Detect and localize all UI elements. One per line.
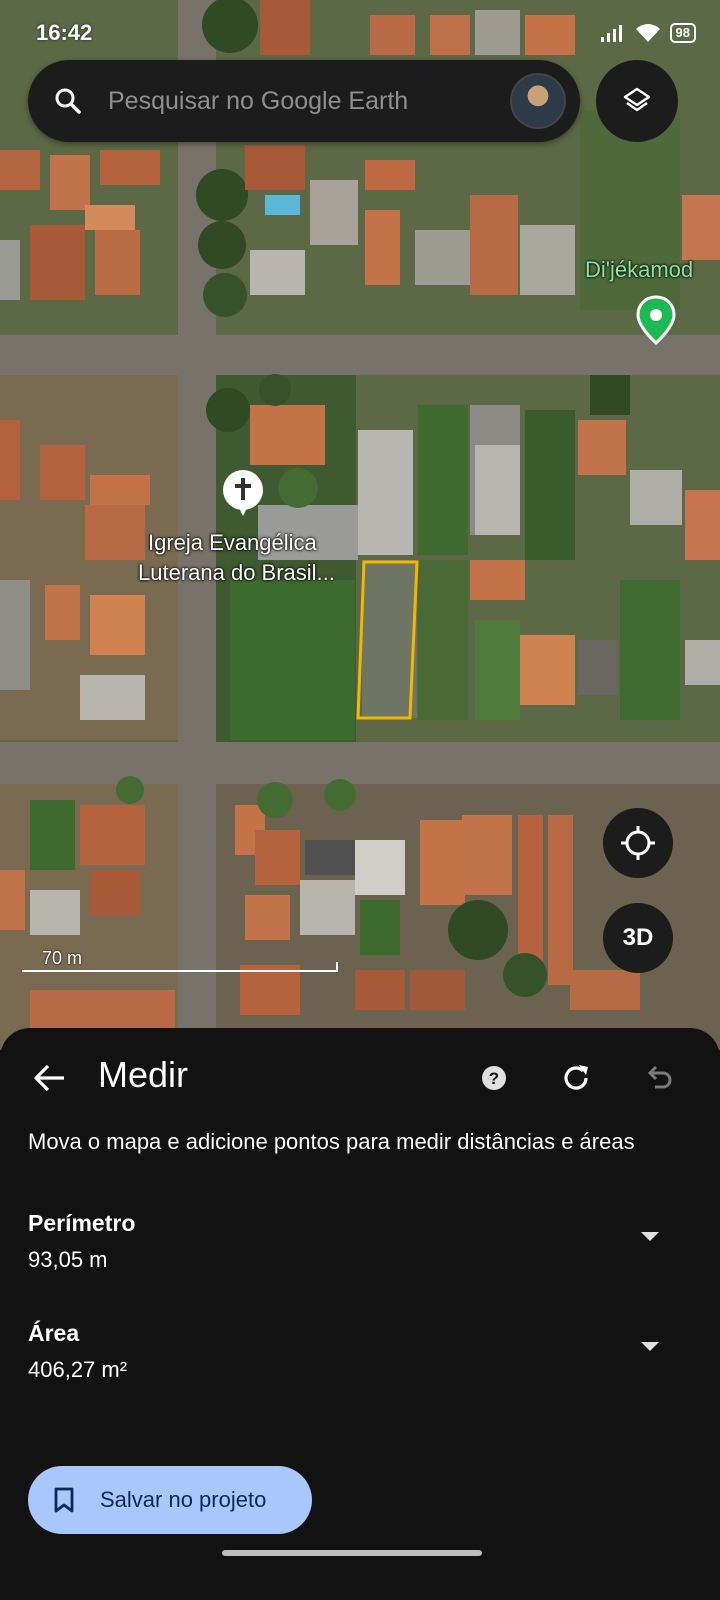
search-placeholder[interactable]: Pesquisar no Google Earth: [108, 87, 510, 116]
area-value: 406,27 m²: [28, 1357, 128, 1382]
measure-sheet: Medir ? Mova o mapa e adicione pontos pa…: [0, 1028, 720, 1600]
wifi-icon: [635, 24, 660, 42]
place-label[interactable]: Di'jékamod: [585, 257, 693, 283]
church-label-line2[interactable]: Luterana do Brasil...: [138, 560, 335, 586]
chevron-down-icon[interactable]: [638, 1338, 662, 1354]
measure-title: Medir: [98, 1054, 189, 1095]
scale-bar: 70 m: [22, 948, 338, 972]
reset-icon: [564, 1065, 588, 1090]
three-d-button[interactable]: 3D: [603, 903, 673, 973]
layers-icon: [623, 87, 651, 112]
perimeter-label: Perímetro: [28, 1210, 136, 1236]
back-arrow-icon: [34, 1064, 64, 1092]
save-to-project-button[interactable]: Salvar no projeto: [28, 1466, 312, 1534]
perimeter-row[interactable]: Perímetro 93,05 m: [28, 1210, 692, 1280]
my-location-icon: [621, 826, 655, 860]
church-label-line1[interactable]: Igreja Evangélica: [148, 530, 317, 556]
status-icons: 98: [600, 22, 696, 44]
scale-line: [22, 970, 338, 972]
layers-button[interactable]: [596, 60, 678, 142]
area-label: Área: [28, 1320, 80, 1346]
measure-polygon: [356, 560, 419, 720]
measure-header: Medir ?: [0, 1028, 720, 1120]
home-indicator[interactable]: [222, 1550, 482, 1556]
bookmark-icon: [28, 1487, 100, 1513]
signal-icon: [600, 25, 622, 42]
svg-text:?: ?: [489, 1069, 499, 1088]
save-label: Salvar no projeto: [100, 1487, 267, 1512]
help-button[interactable]: ?: [474, 1058, 514, 1098]
status-bar: 16:42 98: [36, 18, 696, 48]
undo-button[interactable]: [638, 1058, 678, 1098]
satellite-map[interactable]: 16:42 98 Pesquisar no Google Earth Di'jé…: [0, 0, 720, 1050]
scale-tick: [336, 962, 338, 972]
scale-label: 70 m: [42, 948, 83, 968]
reset-button[interactable]: [556, 1058, 596, 1098]
back-button[interactable]: [30, 1058, 70, 1098]
search-bar[interactable]: Pesquisar no Google Earth: [28, 60, 580, 142]
status-time: 16:42: [36, 20, 93, 45]
perimeter-value: 93,05 m: [28, 1247, 108, 1272]
cross-pin-icon[interactable]: [220, 468, 266, 518]
measure-description: Mova o mapa e adicione pontos para medir…: [28, 1129, 635, 1154]
chevron-down-icon[interactable]: [638, 1228, 662, 1244]
search-icon[interactable]: [28, 87, 108, 115]
undo-icon: [647, 1065, 672, 1089]
help-icon: ?: [482, 1066, 506, 1090]
my-location-button[interactable]: [603, 808, 673, 878]
area-row[interactable]: Área 406,27 m²: [28, 1320, 692, 1390]
battery-indicator: 98: [669, 23, 696, 43]
avatar[interactable]: [510, 73, 566, 129]
location-pin-icon[interactable]: [636, 295, 676, 347]
